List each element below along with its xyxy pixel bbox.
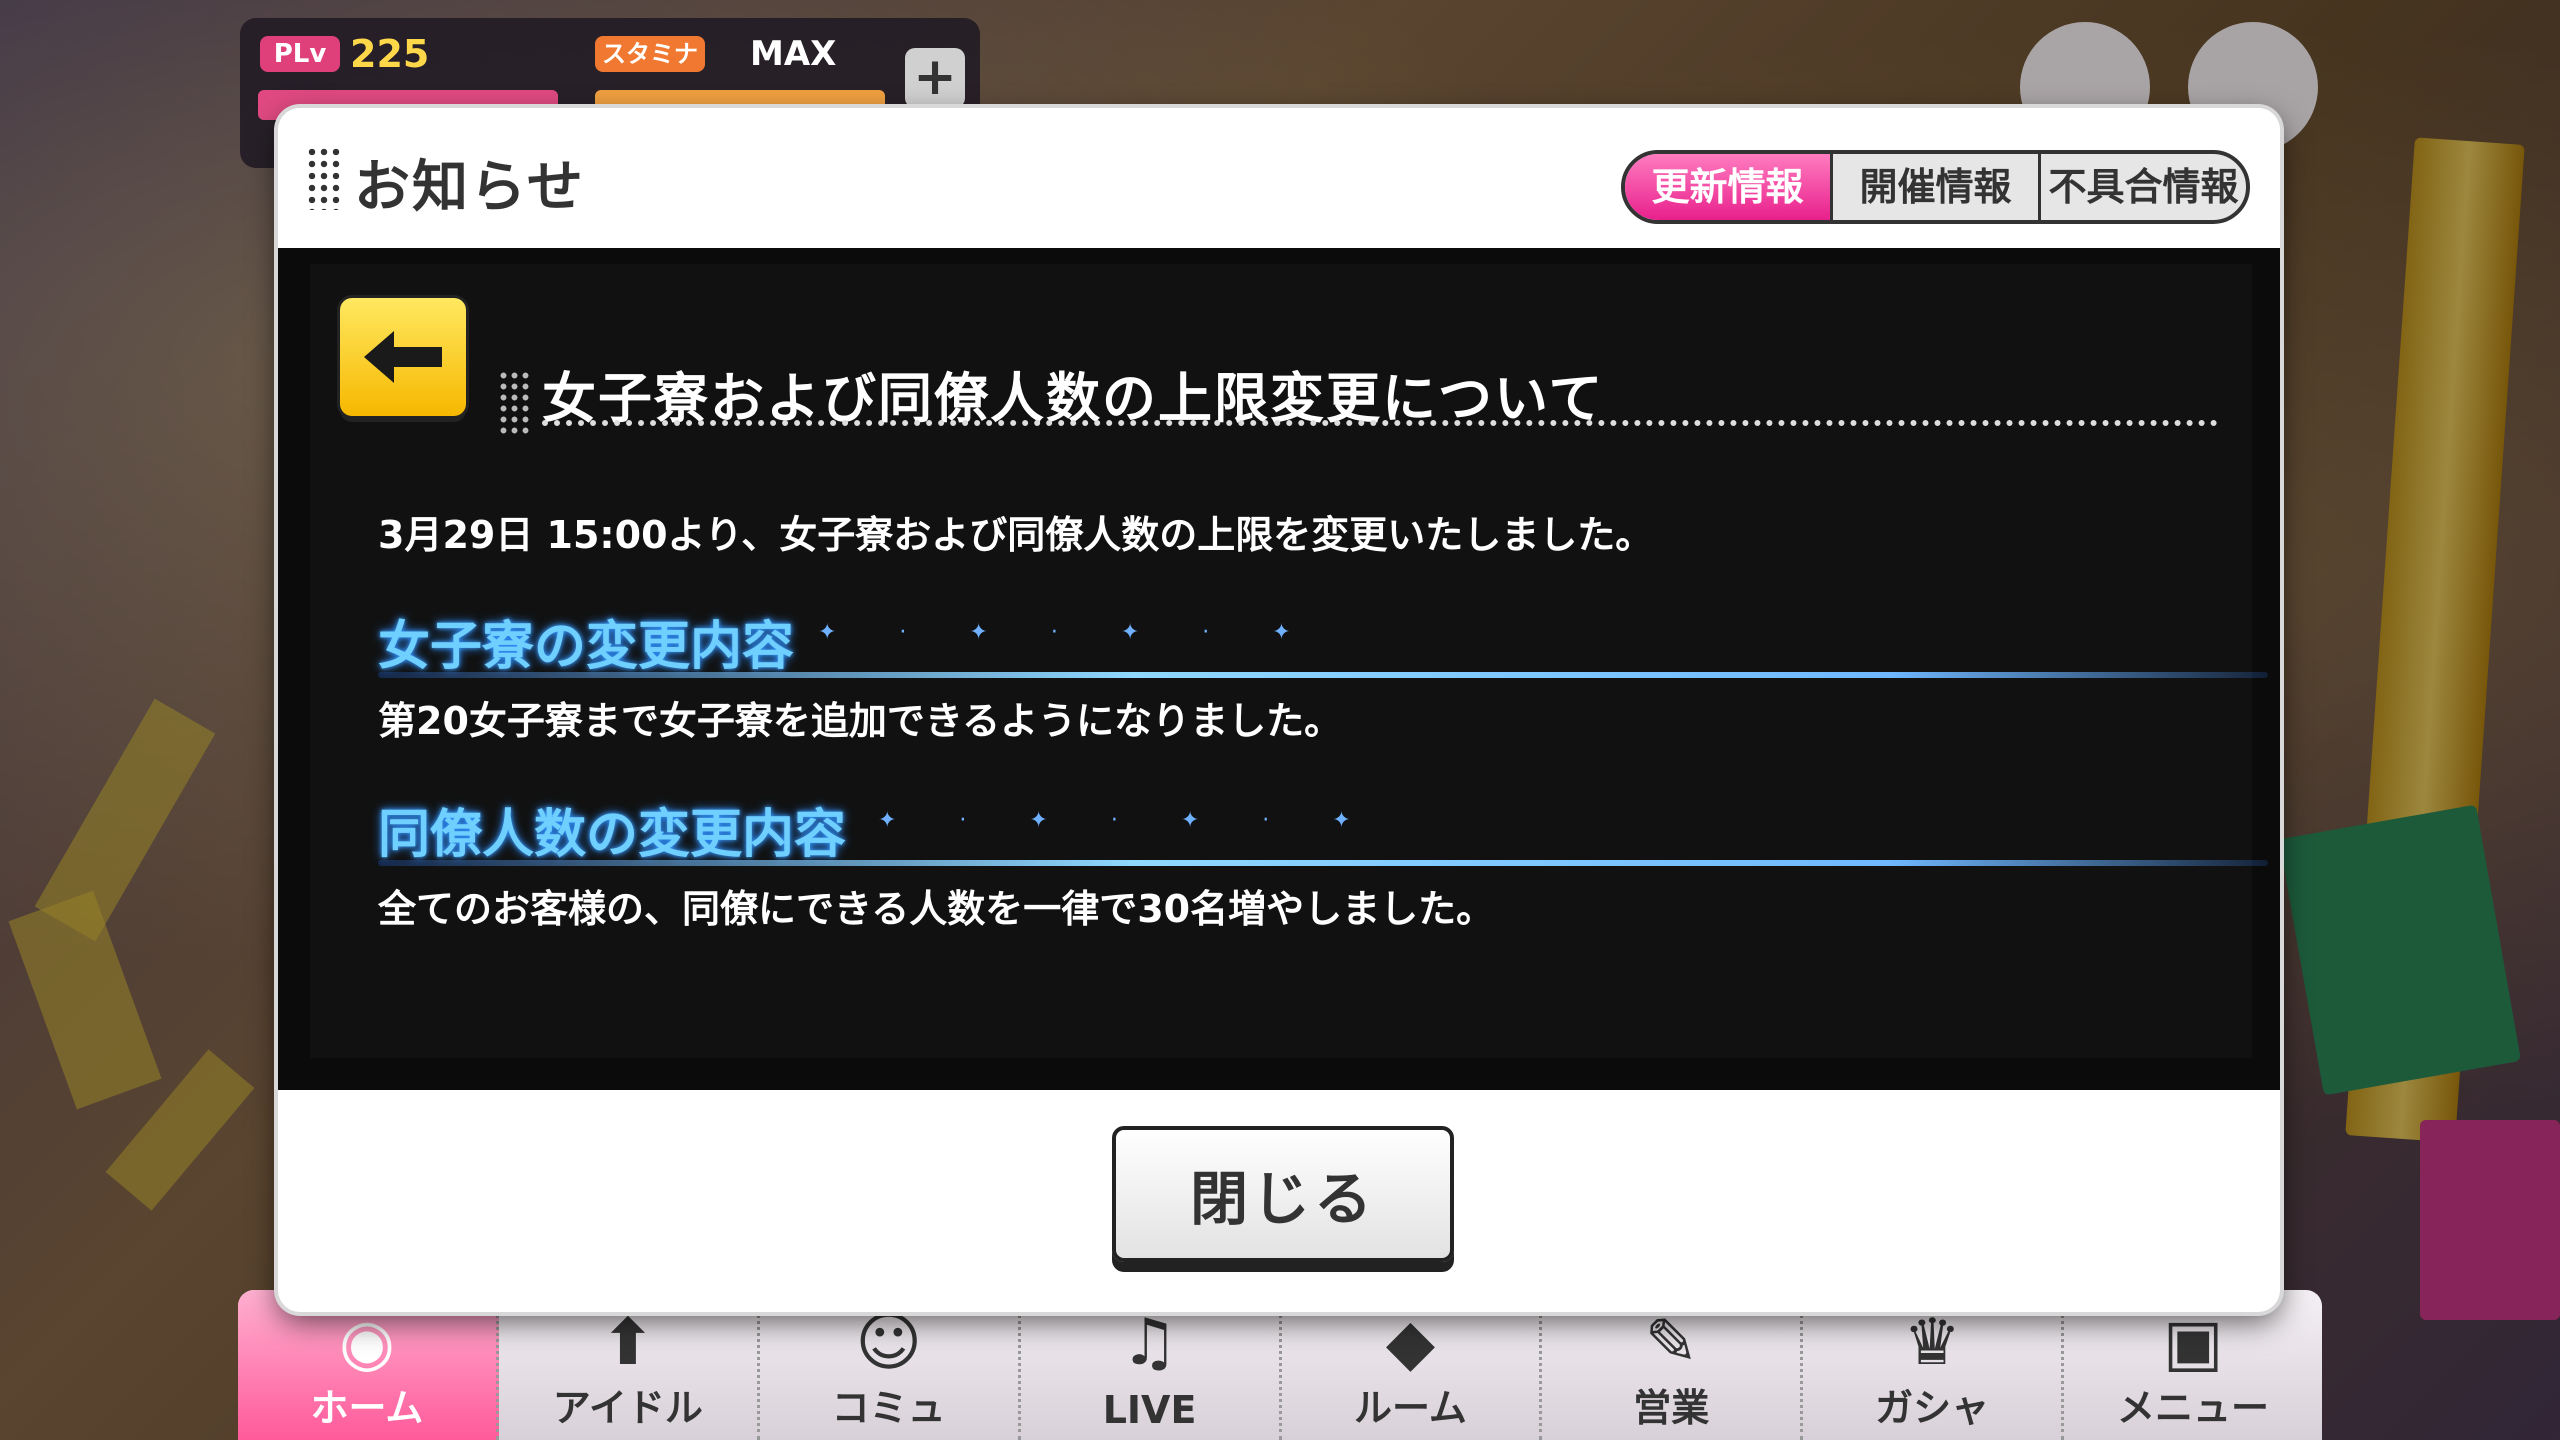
- nav-label: ルーム: [1354, 1386, 1467, 1430]
- stamina-recover-button[interactable]: +: [905, 48, 965, 108]
- menu-icon: ▣: [2162, 1306, 2224, 1380]
- nav-label: ガシャ: [1875, 1386, 1990, 1430]
- player-level-badge: PLv: [260, 36, 340, 72]
- nav-item-live[interactable]: ♫ LIVE: [1021, 1290, 1282, 1440]
- dots-icon: [498, 370, 532, 434]
- nav-item-menu[interactable]: ▣ メニュー: [2064, 1290, 2322, 1440]
- section-text: 第20女子寮まで女子寮を追加できるようになりました。: [378, 699, 1343, 743]
- idol-icon: ⬆: [601, 1306, 655, 1380]
- tab-events[interactable]: 開催情報: [1830, 154, 2038, 220]
- modal-header: お知らせ 更新情報 開催情報 不具合情報: [278, 108, 2280, 248]
- notice-tabs: 更新情報 開催情報 不具合情報: [1621, 150, 2250, 224]
- tab-bugs[interactable]: 不具合情報: [2038, 154, 2246, 220]
- notice-modal: お知らせ 更新情報 開催情報 不具合情報 女子寮および同僚人数の上限変更について…: [278, 108, 2280, 1312]
- nav-item-commu[interactable]: ☺ コミュ: [760, 1290, 1021, 1440]
- article-intro: 3月29日 15:00より、女子寮および同僚人数の上限を変更いたしました。: [378, 513, 1654, 557]
- sparkle-decoration: ✦ · ✦ · ✦ · ✦: [818, 620, 1319, 645]
- tab-updates[interactable]: 更新情報: [1625, 154, 1830, 220]
- nav-label: 営業: [1633, 1386, 1710, 1430]
- section-divider: [378, 672, 2268, 678]
- section-divider: [378, 860, 2268, 866]
- commu-icon: ☺: [855, 1306, 923, 1380]
- nav-item-home[interactable]: ◉ ホーム: [238, 1290, 499, 1440]
- section-text: 全てのお客様の、同僚にできる人数を一律で30名増やしました。: [378, 887, 1495, 931]
- arrow-left-icon: [364, 331, 442, 383]
- stamina-value: MAX: [750, 34, 837, 74]
- home-icon: ◉: [339, 1306, 395, 1380]
- nav-item-gacha[interactable]: ♛ ガシャ: [1803, 1290, 2065, 1440]
- section-heading: 同僚人数の変更内容: [378, 805, 847, 865]
- business-icon: ✎: [1644, 1306, 1699, 1380]
- room-icon: ◆: [1385, 1306, 1436, 1380]
- bottom-navigation: ◉ ホーム ⬆ アイドル ☺ コミュ ♫ LIVE ◆ ルーム ✎ 営業 ♛ ガシャ ▣ メニュ…: [238, 1290, 2322, 1440]
- live-icon: ♫: [1120, 1306, 1179, 1380]
- close-button[interactable]: 閉じる: [1112, 1126, 1454, 1262]
- nav-item-room[interactable]: ◆ ルーム: [1282, 1290, 1543, 1440]
- section-heading: 女子寮の変更内容: [378, 617, 795, 677]
- nav-label: LIVE: [1102, 1388, 1197, 1432]
- nav-item-idol[interactable]: ⬆ アイドル: [499, 1290, 760, 1440]
- dots-icon: [306, 146, 342, 210]
- nav-label: メニュー: [2117, 1386, 2270, 1430]
- player-level-value: 225: [350, 32, 430, 76]
- modal-title: お知らせ: [354, 155, 585, 220]
- nav-label: アイドル: [552, 1386, 703, 1430]
- sparkle-decoration: ✦ · ✦ · ✦ · ✦: [878, 808, 1379, 833]
- stamina-badge: スタミナ: [595, 36, 705, 72]
- back-button[interactable]: [340, 298, 466, 416]
- nav-label: コミュ: [831, 1386, 946, 1430]
- gacha-icon: ♛: [1903, 1306, 1961, 1380]
- title-divider: [542, 420, 2218, 426]
- nav-label: ホーム: [310, 1386, 424, 1430]
- nav-item-business[interactable]: ✎ 営業: [1542, 1290, 1804, 1440]
